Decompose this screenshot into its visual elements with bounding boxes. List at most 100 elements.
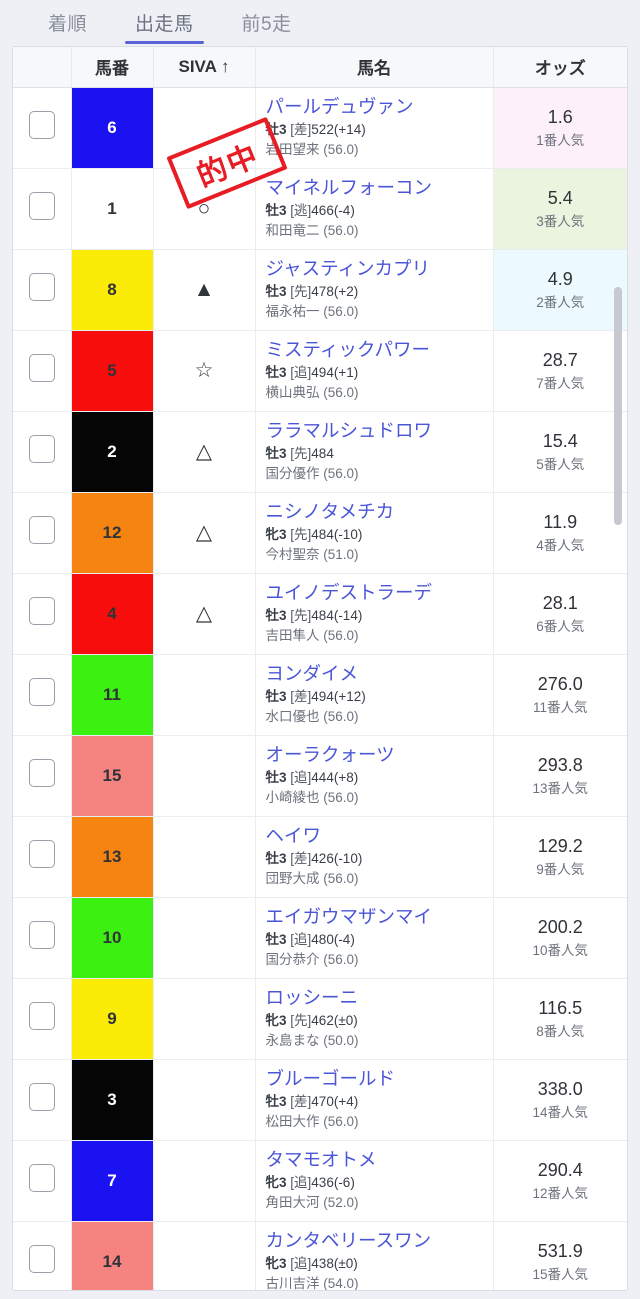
horse-name-link[interactable]: カンタベリースワン <box>266 1229 493 1254</box>
row-select-cell <box>13 654 72 736</box>
horse-info-cell: ニシノタメチカ 牝3 [先]484(-10) 今村聖奈 (51.0) <box>255 492 494 574</box>
horse-number-badge: 3 <box>71 1059 153 1140</box>
horse-info-cell: ララマルシュドロワ 牡3 [先]484 国分優作 (56.0) <box>255 411 494 493</box>
odds-value: 28.1 <box>542 592 578 613</box>
row-checkbox[interactable] <box>28 273 55 301</box>
tab-2[interactable]: 前5走 <box>220 5 314 46</box>
table-row[interactable]: 12 △ ニシノタメチカ 牝3 [先]484(-10) 今村聖奈 (51.0) 11.9 4… <box>13 492 627 574</box>
row-select-cell <box>13 735 72 817</box>
horse-name-link[interactable]: エイガウマザンマイ <box>266 905 493 930</box>
horse-name-link[interactable]: ユイノデストラーデ <box>266 581 493 606</box>
running-style: [追] <box>290 1174 312 1190</box>
horse-weight: 478(+2) <box>311 283 359 299</box>
row-checkbox[interactable] <box>28 840 55 868</box>
horse-weight: 522(+14) <box>311 121 366 137</box>
odds-value: 200.2 <box>537 916 583 937</box>
table-body: 6 パールデュヴァン 牡3 [差]522(+14) 岩田望来 (56.0) 1.6 1番人… <box>13 87 627 1290</box>
siva-mark-cell: ☆ <box>153 330 256 412</box>
table-row[interactable]: 4 △ ユイノデストラーデ 牡3 [先]484(-14) 吉田隼人 (56.0) 28.1… <box>13 573 627 655</box>
odds-value: 15.4 <box>542 430 578 451</box>
siva-mark-cell <box>153 735 256 817</box>
header-horse-number[interactable]: 馬番 <box>71 47 154 88</box>
horse-number-cell: 1 <box>71 168 154 250</box>
row-checkbox[interactable] <box>28 1002 55 1030</box>
odds-cell: 28.7 7番人気 <box>493 330 627 412</box>
jockey-name: 国分恭介 (56.0) <box>265 951 359 967</box>
horse-number-cell: 2 <box>71 411 154 493</box>
odds-popularity: 4番人気 <box>536 537 585 553</box>
row-checkbox[interactable] <box>28 759 55 787</box>
horse-name-link[interactable]: ロッシーニ <box>266 986 493 1011</box>
row-checkbox[interactable] <box>28 1164 55 1192</box>
row-select-cell <box>13 168 72 250</box>
row-checkbox[interactable] <box>28 435 55 463</box>
jockey-name: 今村聖奈 (51.0) <box>265 546 359 562</box>
horse-meta: 牡3 [先]478(+2) <box>266 282 493 302</box>
table-row[interactable]: 1 ○ マイネルフォーコン 牡3 [逃]466(-4) 和田竜二 (56.0) 5.4 3番… <box>13 168 627 250</box>
horse-name-link[interactable]: ニシノタメチカ <box>266 500 493 525</box>
horse-name-link[interactable]: ミスティックパワー <box>266 338 493 363</box>
horse-meta: 牡3 [差]494(+12) <box>266 687 493 707</box>
siva-mark-cell <box>153 816 256 898</box>
odds-popularity: 10番人気 <box>532 942 589 958</box>
horse-sex-age: 牡3 <box>265 850 287 866</box>
odds-popularity: 5番人気 <box>536 456 585 472</box>
horse-number-cell: 7 <box>71 1140 154 1222</box>
row-checkbox[interactable] <box>28 921 55 949</box>
table-row[interactable]: 10 エイガウマザンマイ 牡3 [追]480(-4) 国分恭介 (56.0) 200.2… <box>13 897 627 979</box>
table-row[interactable]: 6 パールデュヴァン 牡3 [差]522(+14) 岩田望来 (56.0) 1.6 1番人… <box>13 87 627 169</box>
header-siva-sort[interactable]: SIVA ↑ <box>153 47 256 88</box>
horse-number-cell: 15 <box>71 735 154 817</box>
horse-number-cell: 14 <box>71 1221 154 1290</box>
odds-cell: 28.1 6番人気 <box>493 573 627 655</box>
horse-meta: 牝3 [追]438(±0) <box>266 1254 493 1274</box>
table-row[interactable]: 14 カンタベリースワン 牝3 [追]438(±0) 古川吉洋 (54.0) 531.9… <box>13 1221 627 1290</box>
horse-name-link[interactable]: ヘイワ <box>266 824 493 849</box>
row-checkbox[interactable] <box>28 1083 55 1111</box>
table-row[interactable]: 9 ロッシーニ 牝3 [先]462(±0) 永島まな (50.0) 116.5 8番人気 <box>13 978 627 1060</box>
horse-name-link[interactable]: パールデュヴァン <box>266 95 493 120</box>
running-style: [追] <box>290 1255 312 1271</box>
row-checkbox[interactable] <box>28 111 55 139</box>
running-style: [追] <box>290 769 312 785</box>
horse-weight: 444(+8) <box>311 769 359 785</box>
scrollbar-track[interactable] <box>614 95 625 1284</box>
horse-name-link[interactable]: ジャスティンカプリ <box>266 257 493 282</box>
horse-meta: 牡3 [先]484(-14) <box>266 606 493 626</box>
table-row[interactable]: 7 タマモオトメ 牝3 [追]436(-6) 角田大河 (52.0) 290.4 12番人… <box>13 1140 627 1222</box>
odds-cell: 200.2 10番人気 <box>493 897 627 979</box>
tab-0[interactable]: 着順 <box>26 5 109 46</box>
row-checkbox[interactable] <box>28 597 55 625</box>
horse-name-link[interactable]: ブルーゴールド <box>266 1067 493 1092</box>
table-row[interactable]: 3 ブルーゴールド 牡3 [差]470(+4) 松田大作 (56.0) 338.0 14番… <box>13 1059 627 1141</box>
table-row[interactable]: 8 ▲ ジャスティンカプリ 牡3 [先]478(+2) 福永祐一 (56.0) 4.9 2番… <box>13 249 627 331</box>
row-checkbox[interactable] <box>28 354 55 382</box>
horse-name-link[interactable]: オーラクォーツ <box>266 743 493 768</box>
table-row[interactable]: 11 ヨンダイメ 牡3 [差]494(+12) 水口優也 (56.0) 276.0 11番… <box>13 654 627 736</box>
row-checkbox[interactable] <box>28 1245 55 1273</box>
odds-popularity: 14番人気 <box>532 1104 589 1120</box>
horse-weight: 494(+12) <box>311 688 366 704</box>
horse-name-link[interactable]: タマモオトメ <box>266 1148 493 1173</box>
table-row[interactable]: 13 ヘイワ 牡3 [差]426(-10) 団野大成 (56.0) 129.2 9番人気 <box>13 816 627 898</box>
jockey-name: 吉田隼人 (56.0) <box>265 627 359 643</box>
siva-mark-cell: △ <box>153 411 256 493</box>
table-row[interactable]: 5 ☆ ミスティックパワー 牡3 [追]494(+1) 横山典弘 (56.0) 28.7 7… <box>13 330 627 412</box>
running-style: [差] <box>290 850 312 866</box>
header-horse-name[interactable]: 馬名 <box>255 47 494 88</box>
row-checkbox[interactable] <box>28 516 55 544</box>
horse-sex-age: 牡3 <box>265 607 287 623</box>
horse-number-badge: 8 <box>71 249 153 330</box>
header-odds[interactable]: オッズ <box>493 47 627 88</box>
table-row[interactable]: 15 オーラクォーツ 牡3 [追]444(+8) 小崎綾也 (56.0) 293.8 13… <box>13 735 627 817</box>
jockey-name: 角田大河 (52.0) <box>265 1194 359 1210</box>
tab-1[interactable]: 出走馬 <box>113 5 216 46</box>
horse-name-link[interactable]: マイネルフォーコン <box>266 176 493 201</box>
horse-name-link[interactable]: ヨンダイメ <box>266 662 493 687</box>
horse-name-link[interactable]: ララマルシュドロワ <box>266 419 493 444</box>
scrollbar-thumb[interactable] <box>614 287 622 525</box>
table-row[interactable]: 2 △ ララマルシュドロワ 牡3 [先]484 国分優作 (56.0) 15.4 5番人気 <box>13 411 627 493</box>
row-checkbox[interactable] <box>28 678 55 706</box>
siva-mark-cell <box>153 87 256 169</box>
row-checkbox[interactable] <box>28 192 55 220</box>
